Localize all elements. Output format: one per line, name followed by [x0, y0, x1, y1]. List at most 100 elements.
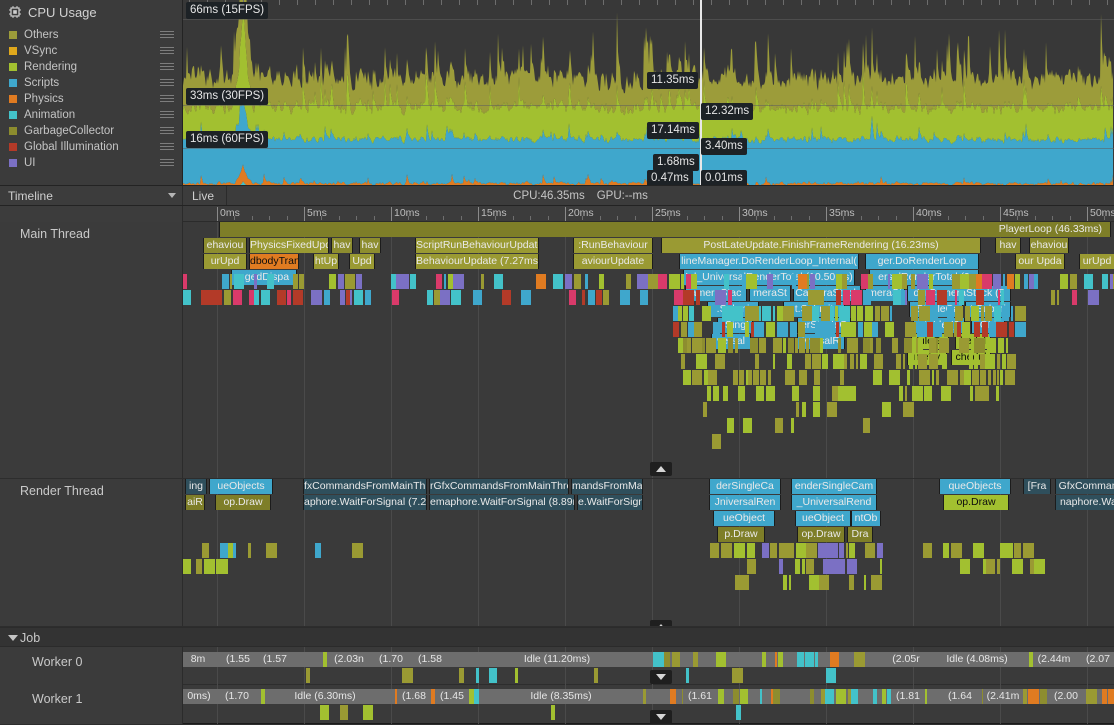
worker-sample-label[interactable]: 0ms) [185, 689, 213, 704]
timeline-sample-bar[interactable] [815, 290, 824, 305]
timeline-sample-bar[interactable] [827, 402, 837, 417]
timeline-sample-bar[interactable] [293, 274, 298, 289]
drag-handle-icon[interactable] [160, 47, 174, 54]
timeline-bar[interactable]: e.WaitForSigna [577, 495, 643, 510]
timeline-sample-bar[interactable] [515, 668, 518, 683]
timeline-sample-bar[interactable] [918, 290, 925, 305]
timeline-sample-bar[interactable] [183, 274, 187, 289]
timeline-sample-bar[interactable] [899, 386, 903, 401]
timeline-sample-bar[interactable] [755, 354, 759, 369]
timeline-sample-bar[interactable] [324, 290, 330, 305]
timeline-sample-bar[interactable] [436, 274, 442, 289]
timeline-sample-bar[interactable] [770, 543, 777, 558]
legend-item-garbagecollector[interactable]: GarbageCollector [0, 123, 182, 139]
timeline-sample-bar[interactable] [820, 338, 823, 353]
timeline-sample-bar[interactable] [718, 354, 725, 369]
timeline-sample-bar[interactable] [1002, 354, 1006, 369]
timeline-sample-bar[interactable] [890, 306, 892, 321]
timeline-sample-bar[interactable] [982, 370, 986, 385]
timeline-sample-bar[interactable] [1088, 290, 1099, 305]
timeline-sample-bar[interactable] [766, 386, 775, 401]
timeline-sample-bar[interactable] [969, 354, 973, 369]
timeline-sample-bar[interactable] [626, 274, 631, 289]
timeline-sample-bar[interactable] [777, 322, 788, 337]
timeline-sample-bar[interactable] [588, 290, 595, 305]
timeline-sample-bar[interactable] [905, 290, 907, 305]
timeline-sample-bar[interactable] [888, 274, 890, 289]
timeline-sample-bar[interactable] [962, 322, 970, 337]
timeline-sample-bar[interactable] [222, 274, 229, 289]
timeline-sample-bar[interactable] [997, 354, 1000, 369]
timeline-sample-bar[interactable] [712, 434, 721, 449]
timeline-bar[interactable]: Dra [847, 527, 873, 542]
timeline-bar[interactable]: [Fra [1023, 479, 1051, 494]
timeline-sample-bar[interactable] [792, 274, 796, 289]
timeline-sample-bar[interactable] [689, 338, 691, 353]
timeline-bar[interactable]: rGfxCommandsFromMainThread [429, 479, 569, 494]
legend-item-vsync[interactable]: VSync [0, 43, 182, 59]
timeline-sample-bar[interactable] [849, 575, 854, 590]
timeline-sample-bar[interactable] [261, 290, 270, 305]
timeline-bar[interactable]: mandsFromMa [571, 479, 643, 494]
job-group-header[interactable]: Job [0, 627, 1114, 647]
timeline-sample-bar[interactable] [713, 322, 720, 337]
timeline-sample-bar[interactable] [790, 689, 797, 704]
timeline-sample-bar[interactable] [798, 322, 805, 337]
timeline-sample-bar[interactable] [707, 386, 711, 401]
timeline-sample-bar[interactable] [459, 668, 464, 683]
timeline-sample-bar[interactable] [873, 689, 877, 704]
timeline-sample-bar[interactable] [802, 402, 806, 417]
timeline-sample-bar[interactable] [951, 543, 962, 558]
timeline-sample-bar[interactable] [212, 290, 222, 305]
timeline-bar[interactable]: op.Draw [215, 495, 271, 510]
timeline-sample-bar[interactable] [863, 418, 870, 433]
timeline-sample-bar[interactable] [823, 559, 834, 574]
timeline-sample-bar[interactable] [988, 370, 991, 385]
legend-item-rendering[interactable]: Rendering [0, 59, 182, 75]
timeline-sample-bar[interactable] [694, 322, 702, 337]
timeline-sample-bar[interactable] [847, 559, 857, 574]
timeline-bar[interactable]: PhysicsFixedUpd [249, 238, 329, 253]
timeline-sample-bar[interactable] [724, 274, 729, 289]
timeline-sample-bar[interactable] [748, 370, 752, 385]
timeline-sample-bar[interactable] [982, 322, 988, 337]
timeline-sample-bar[interactable] [905, 386, 907, 401]
timeline-sample-bar[interactable] [196, 559, 202, 574]
timeline-sample-bar[interactable] [1034, 274, 1038, 289]
timeline-sample-bar[interactable] [944, 322, 953, 337]
timeline-sample-bar[interactable] [997, 559, 1000, 574]
timeline-sample-bar[interactable] [721, 543, 732, 558]
timeline-sample-bar[interactable] [727, 322, 733, 337]
timeline-sample-bar[interactable] [868, 274, 873, 289]
timeline-sample-bar[interactable] [844, 354, 847, 369]
timeline-bar[interactable]: BehaviourUpdate (7.27ms) [415, 254, 539, 269]
timeline-sample-bar[interactable] [669, 274, 680, 289]
timeline-sample-bar[interactable] [680, 652, 691, 667]
timeline-sample-bar[interactable] [230, 274, 232, 289]
timeline-sample-bar[interactable] [354, 290, 363, 305]
timeline-bar[interactable]: ger.DoRenderLoop [865, 254, 979, 269]
timeline-sample-bar[interactable] [768, 370, 771, 385]
timeline-sample-bar[interactable] [775, 418, 783, 433]
timeline-sample-bar[interactable] [1006, 338, 1008, 353]
timeline-sample-bar[interactable] [713, 386, 719, 401]
timeline-sample-bar[interactable] [1015, 274, 1020, 289]
timeline-sample-bar[interactable] [904, 338, 912, 353]
timeline-sample-bar[interactable] [993, 274, 1001, 289]
legend-item-ui[interactable]: UI [0, 155, 182, 171]
timeline-bar[interactable]: queObjects [939, 479, 1011, 494]
timeline-sample-bar[interactable] [637, 274, 648, 289]
timeline-sample-bar[interactable] [738, 386, 745, 401]
timeline-sample-bar[interactable] [759, 338, 766, 353]
timeline-sample-bar[interactable] [860, 354, 867, 369]
timeline-sample-bar[interactable] [640, 290, 648, 305]
timeline-sample-bar[interactable] [1007, 354, 1016, 369]
timeline-bar[interactable]: aphore.WaitForSignal (7.28 [303, 495, 427, 510]
drag-handle-icon[interactable] [160, 79, 174, 86]
timeline-sample-bar[interactable] [982, 274, 992, 289]
timeline-sample-bar[interactable] [851, 290, 862, 305]
timeline-sample-bar[interactable] [970, 386, 973, 401]
timeline-sample-bar[interactable] [857, 306, 863, 321]
timeline-sample-bar[interactable] [703, 402, 707, 417]
timeline-sample-bar[interactable] [850, 354, 854, 369]
